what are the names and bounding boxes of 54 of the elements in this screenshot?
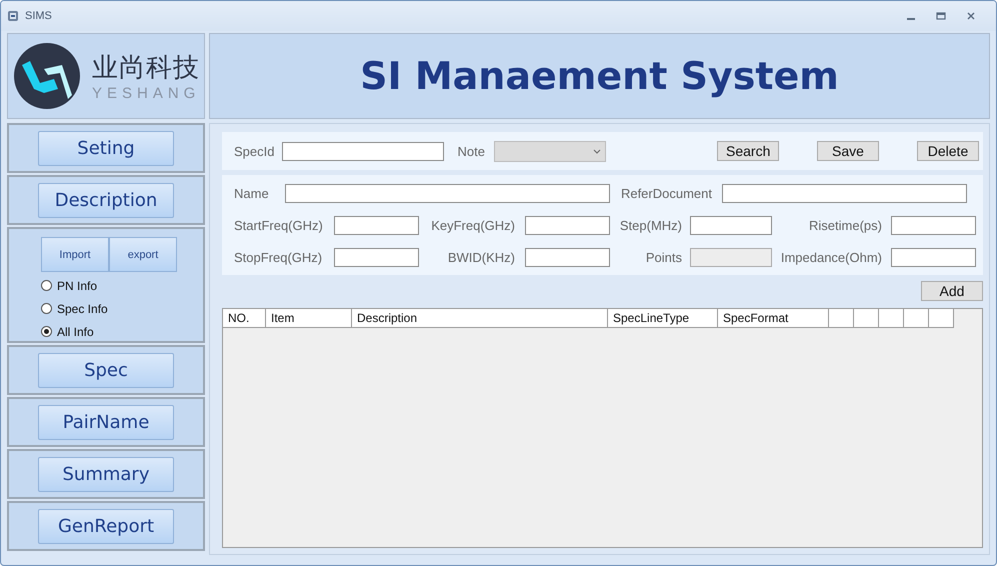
export-button[interactable]: export xyxy=(109,237,177,272)
chevron-icon xyxy=(592,148,601,154)
field-label: Points xyxy=(644,250,683,264)
field-label: StartFreq(GHz) xyxy=(234,218,324,232)
action-button[interactable]: Save xyxy=(817,141,879,161)
field-label: ReferDocument xyxy=(620,186,713,200)
column-header[interactable]: Description xyxy=(352,309,608,327)
add-button[interactable]: Add xyxy=(921,281,983,301)
app-title: SI Manaement System xyxy=(360,54,839,98)
sidebar-button[interactable]: Summary xyxy=(38,456,174,492)
company-name: 业尚科技 xyxy=(92,52,200,85)
column-header[interactable]: NO. xyxy=(223,309,266,327)
field-label: BWID(KHz) xyxy=(446,250,516,264)
input-field[interactable] xyxy=(285,184,610,202)
field-label: Risetime(ps) xyxy=(808,218,883,232)
action-button[interactable]: Search xyxy=(717,141,779,161)
input-field[interactable] xyxy=(525,216,610,234)
sidebar-button[interactable]: Spec xyxy=(38,352,174,388)
input-field[interactable] xyxy=(334,216,419,234)
field-label: Impedance(Ohm) xyxy=(780,250,883,264)
field-label: Note xyxy=(457,144,485,158)
radio-button[interactable] xyxy=(41,326,52,337)
maximize-icon[interactable] xyxy=(936,11,946,21)
action-button[interactable]: Delete xyxy=(917,141,979,161)
field-label: SpecId xyxy=(234,144,274,158)
input-field[interactable] xyxy=(334,248,419,266)
radio-label: All Info xyxy=(57,324,94,338)
logo-icon xyxy=(14,43,80,109)
input-field[interactable] xyxy=(891,216,976,234)
sidebar-button[interactable]: Description xyxy=(38,182,174,218)
input-field[interactable] xyxy=(525,248,610,266)
radio-button[interactable] xyxy=(41,280,52,291)
column-header[interactable]: SpecFormat xyxy=(718,309,829,327)
input-field[interactable] xyxy=(282,142,444,160)
close-icon[interactable] xyxy=(966,11,976,21)
input-field[interactable] xyxy=(891,248,976,266)
sidebar-button[interactable]: PairName xyxy=(38,404,174,440)
column-header[interactable]: SpecLineType xyxy=(608,309,718,327)
column-header[interactable]: Item xyxy=(266,309,352,327)
import-button[interactable]: Import xyxy=(41,237,109,272)
radio-button[interactable] xyxy=(41,303,52,314)
radio-label: Spec Info xyxy=(57,302,108,316)
window-title: SIMS xyxy=(25,10,52,22)
radio-label: PN Info xyxy=(57,278,98,292)
input-field[interactable] xyxy=(722,184,967,202)
app-icon xyxy=(7,10,19,22)
field-label: KeyFreq(GHz) xyxy=(430,218,516,232)
sidebar-button[interactable]: GenReport xyxy=(38,508,174,544)
field-label: Step(MHz) xyxy=(618,218,683,232)
field-label: StopFreq(GHz) xyxy=(234,250,324,264)
sidebar-button[interactable]: Seting xyxy=(38,130,174,166)
field-label: Name xyxy=(234,186,270,200)
company-subtitle: YESHANG xyxy=(92,85,200,102)
input-field[interactable] xyxy=(690,216,772,234)
